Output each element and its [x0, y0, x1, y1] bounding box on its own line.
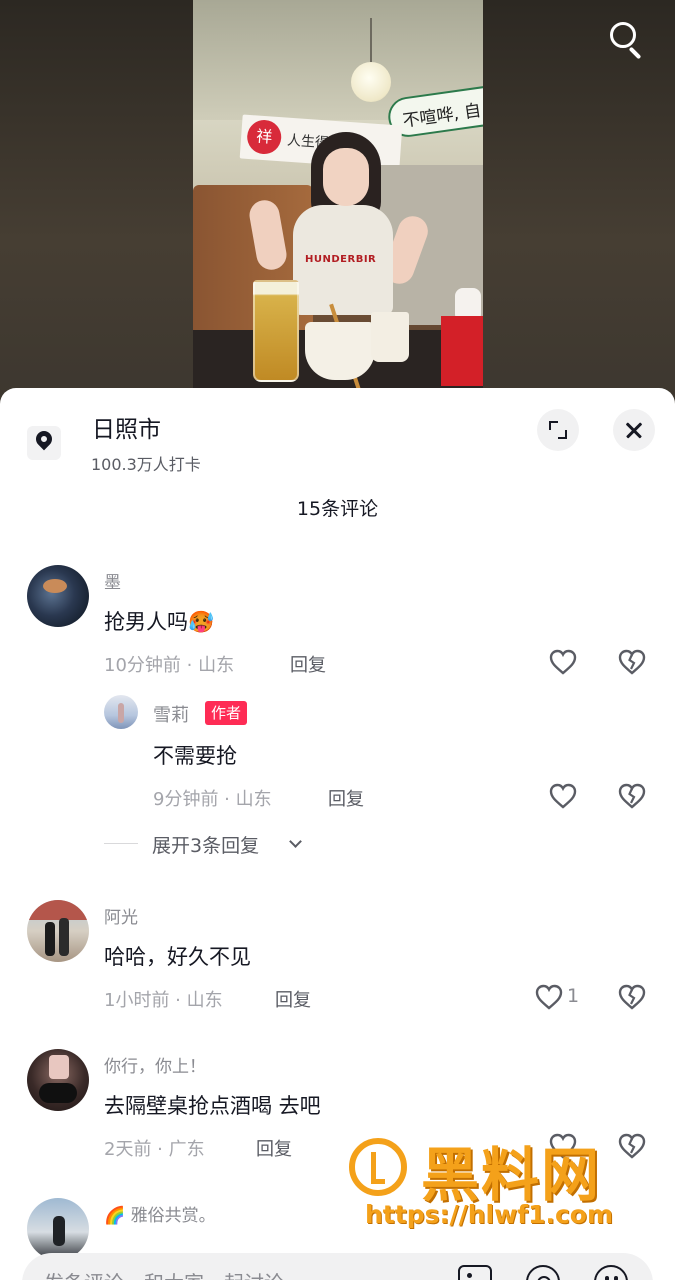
avatar[interactable]	[27, 1049, 89, 1111]
video-beer-glass	[253, 280, 299, 382]
comment-meta: 10分钟前 · 山东	[104, 655, 235, 676]
avatar[interactable]	[27, 1198, 89, 1260]
comment-input-bar[interactable]: 发条评论，和大家一起讨论	[22, 1253, 653, 1280]
reply-button[interactable]: 回复	[328, 785, 364, 811]
watermark-logo	[349, 1138, 407, 1196]
broken-heart-icon[interactable]	[617, 781, 647, 811]
avatar[interactable]	[27, 900, 89, 962]
comment-count-title: 15条评论	[296, 498, 379, 520]
video-player[interactable]: 不喧哗, 自 祥 人生得 HUNDERBIR	[193, 0, 483, 392]
watermark-url: https://hlwf1.com	[365, 1200, 614, 1229]
reply-avatar[interactable]	[104, 695, 138, 729]
reply-username[interactable]: 雪莉	[153, 701, 189, 727]
close-button[interactable]	[613, 409, 655, 451]
location-checkins: 100.3万人打卡	[91, 455, 201, 474]
comment-username[interactable]: 阿光	[104, 903, 138, 928]
search-button[interactable]	[604, 16, 650, 62]
image-icon[interactable]	[458, 1265, 492, 1280]
comment-input[interactable]: 发条评论，和大家一起讨论	[44, 1267, 284, 1280]
comment-username[interactable]: 墨	[104, 568, 121, 593]
emoji-icon[interactable]	[594, 1265, 628, 1280]
expand-divider	[104, 843, 138, 844]
chevron-down-icon	[289, 835, 302, 848]
video-banner-seal: 祥	[246, 118, 283, 156]
broken-heart-icon[interactable]	[617, 982, 647, 1012]
author-badge: 作者	[205, 701, 248, 725]
search-icon-handle	[628, 46, 642, 60]
video-person-face	[323, 148, 369, 206]
comment-text: 哈哈，好久不见	[104, 945, 251, 969]
expand-button[interactable]	[537, 409, 579, 451]
video-lamp-cord	[370, 18, 372, 64]
reply-text: 不需要抢	[153, 744, 237, 768]
location-name[interactable]: 日照市	[92, 410, 161, 444]
at-icon[interactable]	[526, 1265, 560, 1280]
heart-icon[interactable]	[548, 781, 578, 811]
comment-meta: 2天前 · 广东	[104, 1139, 205, 1160]
video-cup	[371, 312, 409, 362]
watermark: 黑料网 https://hlwf1.com	[345, 1136, 665, 1246]
comment-text: 去隔壁桌抢点酒喝 去吧	[104, 1094, 321, 1118]
broken-heart-icon[interactable]	[617, 647, 647, 677]
reply-meta: 9分钟前 · 山东	[153, 789, 272, 810]
video-tissue-box	[441, 316, 483, 386]
video-person-shirt-print: HUNDERBIR	[305, 254, 377, 265]
reply-button[interactable]: 回复	[290, 651, 326, 677]
video-bowl	[305, 322, 375, 380]
avatar[interactable]	[27, 565, 89, 627]
comment-meta: 1小时前 · 山东	[104, 990, 223, 1011]
comment-username[interactable]: 🌈 雅俗共赏。	[104, 1201, 216, 1226]
heart-icon[interactable]	[548, 647, 578, 677]
search-icon	[610, 22, 636, 48]
reply-button[interactable]: 回复	[256, 1135, 292, 1161]
like-count: 1	[567, 985, 580, 1007]
comment-text: 抢男人吗🥵	[104, 610, 215, 634]
comment-username[interactable]: 你行，你上！	[104, 1052, 206, 1077]
location-button[interactable]	[27, 426, 61, 460]
expand-icon	[549, 421, 558, 430]
video-lamp	[351, 62, 391, 102]
reply-button[interactable]: 回复	[275, 986, 311, 1012]
comments-sheet: 日照市 100.3万人打卡 15条评论 墨 抢男人吗🥵 10分钟前 · 山东 回…	[0, 388, 675, 1280]
heart-icon[interactable]	[534, 982, 564, 1012]
location-pin-icon	[32, 427, 56, 451]
expand-replies-button[interactable]: 展开3条回复	[152, 831, 259, 858]
